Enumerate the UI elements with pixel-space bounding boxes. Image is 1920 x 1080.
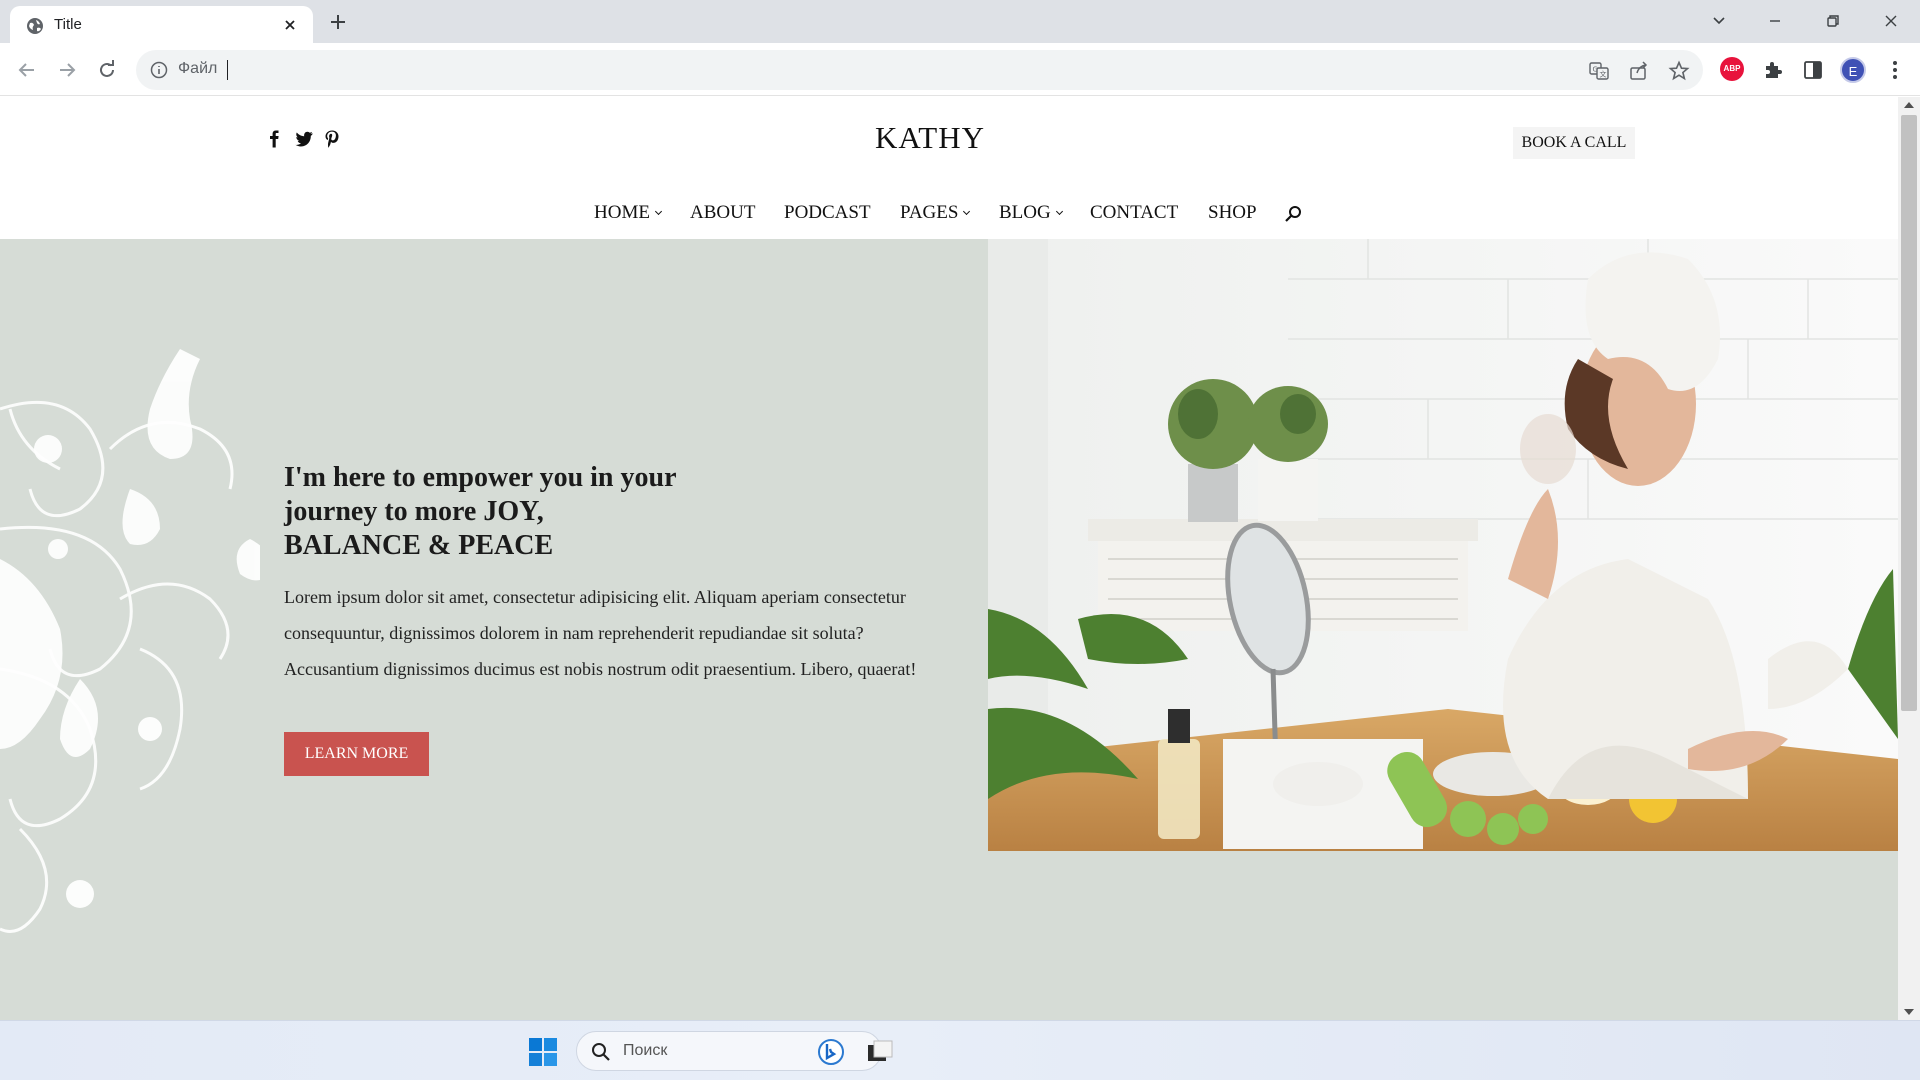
translate-icon[interactable]: G 文	[1588, 60, 1610, 82]
browser-toolbar: Файл G 文 ABP E	[0, 43, 1920, 96]
os-taskbar: Поиск	[0, 1020, 1920, 1080]
page-viewport: KATHY BOOK A CALL HOME ABOUT PODCAST PAG…	[0, 97, 1898, 1020]
profile-avatar[interactable]: E	[1840, 57, 1866, 83]
globe-icon	[27, 18, 43, 34]
minimize-icon[interactable]	[1762, 8, 1788, 34]
hero-photo	[988, 239, 1898, 851]
hero-section: I'm here to empower you in your journey …	[0, 239, 1898, 1020]
svg-text:G: G	[1593, 66, 1598, 74]
tab-title: Title	[54, 16, 82, 33]
share-icon[interactable]	[1628, 60, 1650, 82]
hero-title: I'm here to empower you in your journey …	[284, 461, 804, 563]
nav-item-about[interactable]: ABOUT	[690, 202, 755, 224]
nav-item-home[interactable]: HOME	[594, 202, 662, 224]
adblock-extension-icon[interactable]: ABP	[1720, 57, 1744, 81]
search-icon[interactable]	[1283, 204, 1303, 224]
address-text: Файл	[178, 60, 218, 77]
chevron-down-icon	[654, 207, 662, 216]
taskbar-search-placeholder: Поиск	[623, 1042, 668, 1059]
forward-icon[interactable]	[55, 58, 79, 82]
main-navigation: HOME ABOUT PODCAST PAGES BLOG CONTACT SH…	[0, 202, 1898, 232]
nav-item-podcast[interactable]: PODCAST	[784, 202, 871, 224]
browser-tab-strip: Title	[0, 0, 1920, 43]
taskbar-search-box[interactable]: Поиск	[576, 1031, 882, 1071]
hero-title-line: journey to more JOY,	[284, 496, 544, 527]
nav-item-label: ABOUT	[690, 202, 756, 223]
chevron-down-icon[interactable]	[1706, 8, 1732, 34]
scroll-up-arrow-icon[interactable]	[1904, 102, 1914, 108]
hero-body-text: Lorem ipsum dolor sit amet, consectetur …	[284, 587, 917, 679]
nav-item-label: BLOG	[999, 202, 1051, 223]
svg-text:文: 文	[1600, 70, 1607, 79]
more-vert-icon[interactable]	[1882, 57, 1908, 83]
nav-item-label: SHOP	[1208, 202, 1257, 223]
bookmark-star-icon[interactable]	[1668, 60, 1690, 82]
learn-more-button[interactable]: LEARN MORE	[284, 732, 429, 776]
decorative-swirl	[0, 349, 260, 933]
page-scrollbar[interactable]	[1898, 97, 1920, 1020]
hero-title-line: I'm here to empower you in your	[284, 462, 677, 493]
reload-icon[interactable]	[95, 58, 119, 82]
info-icon[interactable]	[150, 61, 168, 79]
side-panel-icon[interactable]	[1800, 57, 1826, 83]
scroll-thumb[interactable]	[1901, 115, 1917, 711]
window-close-icon[interactable]	[1878, 8, 1904, 34]
hero-title-line: BALANCE & PEACE	[284, 530, 554, 561]
nav-item-pages[interactable]: PAGES	[900, 202, 971, 224]
chevron-down-icon	[1055, 207, 1063, 216]
scroll-down-arrow-icon[interactable]	[1904, 1009, 1914, 1015]
nav-item-shop[interactable]: SHOP	[1208, 202, 1257, 224]
windows-start-icon[interactable]	[528, 1037, 558, 1067]
book-a-call-button[interactable]: BOOK A CALL	[1513, 127, 1635, 159]
restore-icon[interactable]	[1820, 8, 1846, 34]
nav-item-label: PAGES	[900, 202, 959, 223]
search-icon	[592, 1043, 610, 1061]
close-icon[interactable]	[280, 15, 300, 35]
browser-tab[interactable]: Title	[10, 6, 313, 43]
nav-item-blog[interactable]: BLOG	[999, 202, 1063, 224]
task-view-icon[interactable]	[866, 1039, 894, 1065]
extensions-puzzle-icon[interactable]	[1760, 57, 1786, 83]
address-bar[interactable]: Файл G 文	[136, 50, 1703, 90]
chevron-down-icon	[963, 207, 971, 216]
nav-item-label: PODCAST	[784, 202, 871, 223]
bing-icon[interactable]	[817, 1038, 845, 1066]
back-icon[interactable]	[15, 58, 39, 82]
new-tab-icon[interactable]	[326, 10, 350, 34]
nav-item-label: HOME	[594, 202, 650, 223]
nav-item-label: CONTACT	[1090, 202, 1179, 223]
nav-item-contact[interactable]: CONTACT	[1090, 202, 1178, 224]
text-caret	[227, 60, 228, 80]
